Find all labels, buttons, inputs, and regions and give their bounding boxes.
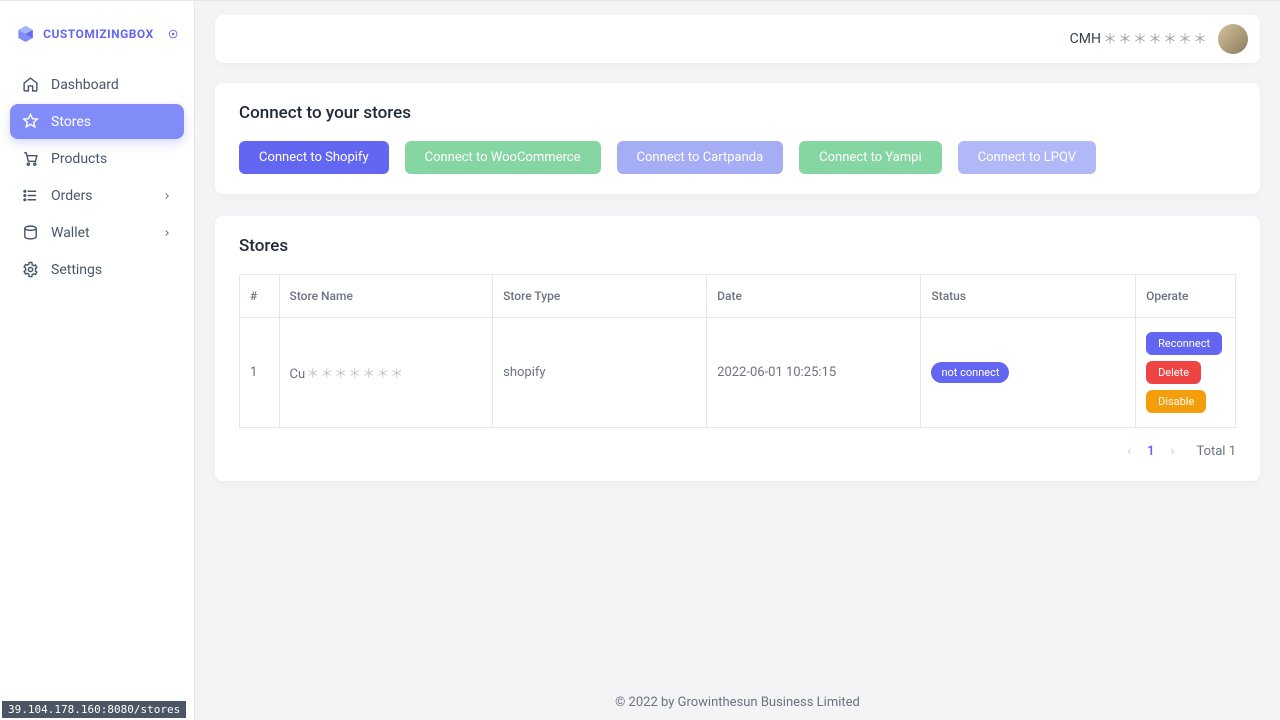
cube-icon	[16, 21, 35, 47]
page-current[interactable]: 1	[1147, 444, 1154, 459]
col-type: Store Type	[493, 275, 707, 318]
stores-title: Stores	[239, 236, 1236, 256]
nav-orders[interactable]: Orders	[10, 178, 184, 213]
cell-type: shopify	[493, 318, 707, 428]
connect-title: Connect to your stores	[239, 103, 1236, 123]
cell-name: Cu＊＊＊＊＊＊＊	[279, 318, 493, 428]
connect-buttons: Connect to Shopify Connect to WooCommerc…	[239, 141, 1236, 174]
page-total: Total 1	[1196, 444, 1236, 459]
sidebar: CUSTOMIZINGBOX Dashboard Stores Products…	[0, 1, 195, 720]
list-icon	[22, 187, 39, 204]
nav-label: Wallet	[51, 225, 90, 241]
star-icon	[22, 113, 39, 130]
delete-button[interactable]: Delete	[1146, 361, 1201, 384]
footer: © 2022 by Growinthesun Business Limited	[195, 695, 1280, 710]
nav-label: Dashboard	[51, 77, 119, 93]
nav-label: Orders	[51, 188, 93, 204]
cart-icon	[22, 150, 39, 167]
nav-label: Products	[51, 151, 107, 167]
logo[interactable]: CUSTOMIZINGBOX	[0, 13, 194, 63]
connect-card: Connect to your stores Connect to Shopif…	[215, 83, 1260, 194]
main: CMH＊＊＊＊＊＊＊ Connect to your stores Connec…	[195, 1, 1280, 720]
cell-status: not connect	[921, 318, 1136, 428]
connect-cartpanda-button[interactable]: Connect to Cartpanda	[617, 141, 784, 174]
name-mask: ＊＊＊＊＊＊＊	[306, 367, 404, 382]
status-url: 39.104.178.160:8080/stores	[2, 701, 186, 718]
nav-stores[interactable]: Stores	[10, 104, 184, 139]
connect-yampi-button[interactable]: Connect to Yampi	[799, 141, 941, 174]
avatar[interactable]	[1218, 24, 1248, 54]
connect-lpqv-button[interactable]: Connect to LPQV	[958, 141, 1096, 174]
stores-card: Stores # Store Name Store Type Date Stat…	[215, 216, 1260, 481]
connect-woo-button[interactable]: Connect to WooCommerce	[405, 141, 601, 174]
nav-label: Stores	[51, 114, 91, 130]
cell-date: 2022-06-01 10:25:15	[707, 318, 921, 428]
col-idx: #	[240, 275, 280, 318]
topbar: CMH＊＊＊＊＊＊＊	[215, 15, 1260, 63]
page-prev[interactable]: ‹	[1123, 442, 1135, 461]
nav-wallet[interactable]: Wallet	[10, 215, 184, 250]
col-status: Status	[921, 275, 1136, 318]
cell-operate: Reconnect Delete Disable	[1136, 318, 1236, 428]
chevron-right-icon	[162, 191, 172, 201]
user-prefix: CMH	[1070, 31, 1101, 47]
gear-icon	[22, 261, 39, 278]
status-badge: not connect	[931, 362, 1009, 383]
user-label[interactable]: CMH＊＊＊＊＊＊＊	[1070, 29, 1208, 49]
col-operate: Operate	[1136, 275, 1236, 318]
wallet-icon	[22, 224, 39, 241]
brand-name: CUSTOMIZINGBOX	[43, 27, 154, 41]
name-prefix: Cu	[290, 367, 306, 382]
home-icon	[22, 76, 39, 93]
reconnect-button[interactable]: Reconnect	[1146, 332, 1222, 355]
stores-table: # Store Name Store Type Date Status Oper…	[239, 274, 1236, 428]
connect-shopify-button[interactable]: Connect to Shopify	[239, 141, 389, 174]
chevron-right-icon	[162, 228, 172, 238]
disable-button[interactable]: Disable	[1146, 390, 1206, 413]
app-root: CUSTOMIZINGBOX Dashboard Stores Products…	[0, 0, 1280, 720]
nav-dashboard[interactable]: Dashboard	[10, 67, 184, 102]
col-date: Date	[707, 275, 921, 318]
nav: Dashboard Stores Products Orders Wallet	[0, 63, 194, 293]
pagination: ‹ 1 › Total 1	[239, 442, 1236, 461]
nav-label: Settings	[51, 262, 102, 278]
user-mask: ＊＊＊＊＊＊＊	[1103, 29, 1208, 49]
target-icon[interactable]	[168, 27, 178, 41]
table-header-row: # Store Name Store Type Date Status Oper…	[240, 275, 1236, 318]
cell-idx: 1	[240, 318, 280, 428]
nav-settings[interactable]: Settings	[10, 252, 184, 287]
nav-products[interactable]: Products	[10, 141, 184, 176]
col-name: Store Name	[279, 275, 493, 318]
page-next[interactable]: ›	[1167, 442, 1179, 461]
table-row: 1 Cu＊＊＊＊＊＊＊ shopify 2022-06-01 10:25:15 …	[240, 318, 1236, 428]
